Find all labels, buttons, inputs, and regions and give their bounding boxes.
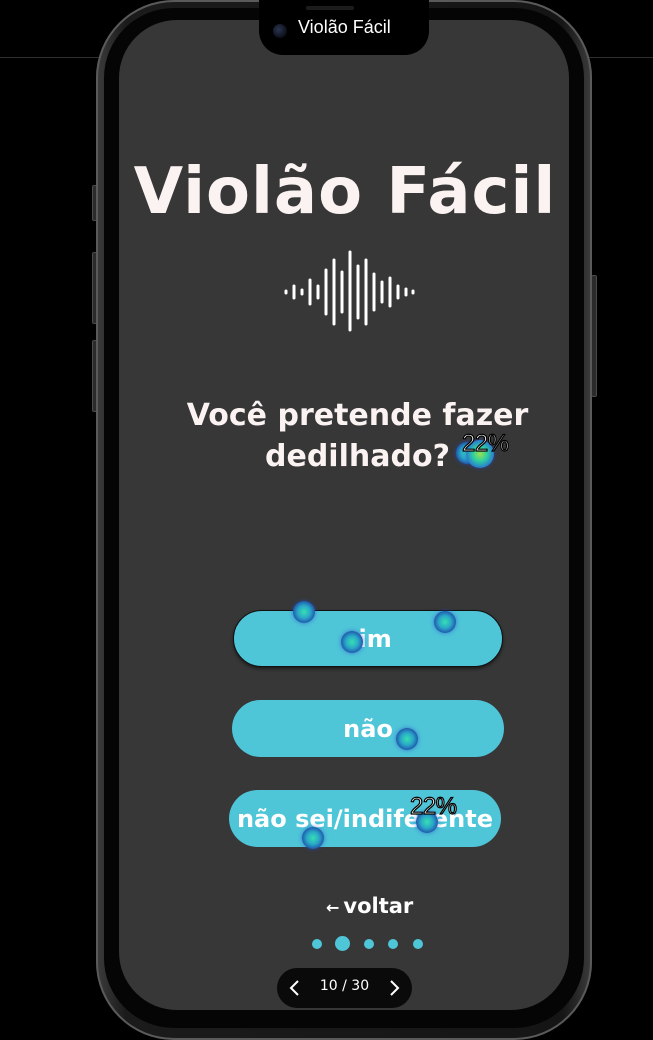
answer-button-nao[interactable]: não [232,700,504,757]
back-link[interactable]: ← voltar [326,894,413,918]
heatmap-point [293,601,315,623]
camera-icon [273,24,287,38]
app-title: Violão Fácil [133,155,557,229]
progress-dot [388,939,398,949]
answer-button-nao-sei[interactable]: não sei/indiferente [229,790,501,847]
heatmap-point [302,827,324,849]
back-label: voltar [343,894,414,918]
heatmap-point [434,611,456,633]
back-arrow-icon: ← [326,898,340,917]
window-title: Violão Fácil [298,17,391,37]
pager: 10 / 30 [277,968,412,1008]
progress-dot-active [335,936,350,951]
speaker-grille [306,6,354,10]
answer-button-sim[interactable]: sim [233,610,503,667]
answer-label: não [343,714,393,743]
heatmap-percentage: 22% [409,792,457,820]
heatmap-point [341,631,363,653]
progress-dot [364,939,374,949]
progress-dot [312,939,322,949]
progress-dot [413,939,423,949]
chevron-right-icon[interactable] [382,976,406,1000]
sound-wave-icon [284,250,415,332]
heatmap-percentage: 22% [461,429,509,457]
heatmap-point [396,728,418,750]
progress-dots [310,936,430,952]
